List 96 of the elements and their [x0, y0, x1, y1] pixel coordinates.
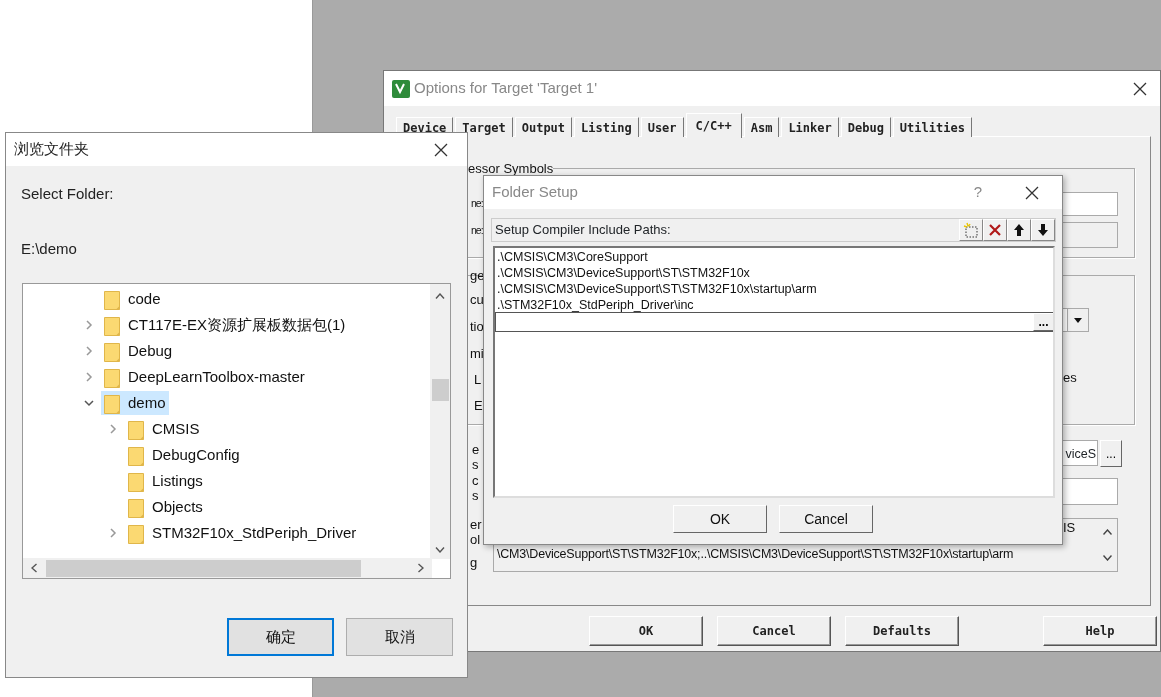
field-label: s — [472, 457, 479, 472]
tab[interactable]: Debug — [840, 117, 891, 137]
window-title: Folder Setup — [492, 182, 578, 203]
tab[interactable]: Utilities — [892, 117, 972, 137]
field-value: IS — [1063, 520, 1076, 535]
tree-item[interactable]: Objects — [125, 495, 206, 519]
folder-icon — [128, 418, 144, 440]
scroll-down-icon[interactable] — [435, 547, 445, 553]
tree-item[interactable]: Listings — [125, 469, 206, 493]
tree-item[interactable]: DebugConfig — [125, 443, 243, 467]
tree-item[interactable]: Debug — [101, 339, 176, 363]
tab[interactable]: Linker — [781, 117, 839, 137]
expand-chevron-icon[interactable] — [84, 346, 94, 356]
field-label: g — [470, 555, 478, 570]
down-arrow-icon[interactable] — [1035, 222, 1051, 238]
scrollbar-thumb[interactable] — [432, 379, 449, 401]
close-icon[interactable] — [1132, 80, 1148, 97]
dropdown-arrow-icon — [1074, 317, 1082, 323]
tab[interactable]: User — [640, 117, 684, 137]
tree-item[interactable]: STM32F10x_StdPeriph_Driver — [125, 521, 360, 545]
folder-icon — [104, 366, 120, 388]
up-arrow-icon[interactable] — [1011, 222, 1027, 238]
path-list[interactable]: .\CMSIS\CM3\CoreSupport .\CMSIS\CM3\DeviceSupport\ST\STM32F10x .\CMSIS\CM3\DeviceSupport\ST\STM32F10x\startup\arm .\STM32F10x_StdPeriph_Driver\inc ... — [493, 246, 1055, 498]
folder-tree[interactable]: code CT117E-EX资源扩展板数据包(1) Debug DeepLearnToolbox-master demo CMSIS DebugConfig Listings Objects STM32F10x_StdPeriph_Driver — [22, 283, 451, 579]
folder-icon — [104, 340, 120, 362]
list-item[interactable]: .\STM32F10x_StdPeriph_Driver\inc — [495, 297, 1053, 313]
list-item[interactable]: .\CMSIS\CM3\DeviceSupport\ST\STM32F10x\startup\arm — [495, 281, 1053, 297]
field-label: cu — [470, 292, 484, 307]
dialog-button[interactable]: 确定 — [227, 618, 334, 656]
tab[interactable]: Asm — [743, 117, 780, 137]
dialog-button[interactable]: Cancel — [779, 505, 873, 533]
dialog-button[interactable]: Defaults — [845, 616, 959, 646]
field-label: er — [470, 517, 482, 532]
window-title: 浏览文件夹 — [14, 139, 89, 160]
tab[interactable]: Target — [455, 117, 513, 137]
field-label: mi — [470, 346, 484, 361]
list-item[interactable]: .\CMSIS\CM3\CoreSupport — [495, 249, 1053, 265]
folder-icon — [104, 392, 120, 414]
folder-icon — [128, 496, 144, 518]
field-label: ne: — [471, 196, 483, 211]
tab[interactable]: C/C++ — [685, 113, 742, 138]
app-logo-icon — [392, 79, 410, 98]
field-label: E — [474, 398, 483, 413]
field-label: ol — [470, 532, 481, 547]
scroll-up-icon[interactable] — [1102, 529, 1112, 535]
help-button[interactable]: ? — [973, 181, 982, 204]
close-icon[interactable] — [1024, 184, 1040, 201]
field-value: \CM3\DeviceSupport\ST\STM32F10x;..\CMSIS\CM3\DeviceSupport\ST\STM32F10x\startup\arm — [497, 547, 1014, 562]
field-label: es — [1063, 370, 1077, 385]
collapse-chevron-icon[interactable] — [84, 398, 94, 408]
dialog-button[interactable]: OK — [589, 616, 703, 646]
folder-icon — [128, 470, 144, 492]
list-header: Setup Compiler Include Paths: — [495, 221, 671, 240]
browse-button[interactable]: ... — [1033, 313, 1053, 331]
horizontal-scrollbar[interactable] — [23, 558, 432, 578]
list-item[interactable]: .\CMSIS\CM3\DeviceSupport\ST\STM32F10x — [495, 265, 1053, 281]
field-label: e — [472, 442, 480, 457]
text-field[interactable]: ... — [495, 312, 1053, 332]
field-label: s — [472, 488, 479, 503]
field-label: c — [472, 473, 479, 488]
tree-item[interactable]: code — [101, 287, 164, 311]
folder-path: E:\demo — [21, 239, 77, 259]
window-title: Options for Target 'Target 1' — [414, 78, 598, 99]
field-label: ne: — [471, 223, 483, 238]
expand-chevron-icon[interactable] — [108, 528, 118, 538]
scroll-left-icon[interactable] — [31, 563, 37, 573]
tree-item[interactable]: CT117E-EX资源扩展板数据包(1) — [101, 313, 349, 337]
expand-chevron-icon[interactable] — [84, 372, 94, 382]
tree-item[interactable]: CMSIS — [125, 417, 203, 441]
expand-chevron-icon[interactable] — [108, 424, 118, 434]
field-label: ge — [470, 268, 485, 283]
dialog-button[interactable]: 取消 — [346, 618, 453, 656]
scroll-right-icon[interactable] — [418, 563, 424, 573]
folder-icon — [128, 522, 144, 544]
tree-item[interactable]: demo — [101, 391, 169, 415]
dialog-button[interactable]: Help — [1043, 616, 1157, 646]
dialog-button[interactable]: Cancel — [717, 616, 831, 646]
browse-button[interactable]: ... — [1100, 440, 1122, 467]
tree-item[interactable]: DeepLearnToolbox-master — [101, 365, 308, 389]
tab[interactable]: Listing — [574, 117, 639, 137]
scroll-up-icon[interactable] — [435, 293, 445, 299]
dialog-button[interactable]: OK — [673, 505, 767, 533]
new-folder-icon[interactable] — [963, 222, 979, 238]
folder-icon — [104, 288, 120, 310]
expand-chevron-icon[interactable] — [84, 320, 94, 330]
folder-icon — [104, 314, 120, 336]
close-icon[interactable] — [433, 141, 449, 158]
field-label: tio — [470, 319, 484, 334]
scroll-down-icon[interactable] — [1102, 555, 1112, 561]
vertical-scrollbar[interactable] — [430, 284, 450, 559]
tab[interactable]: Output — [514, 117, 573, 137]
scrollbar-thumb[interactable] — [46, 560, 361, 577]
delete-icon[interactable] — [987, 222, 1003, 238]
field-label: L — [474, 372, 482, 387]
folder-icon — [128, 444, 144, 466]
prompt-text: Select Folder: — [21, 184, 114, 204]
